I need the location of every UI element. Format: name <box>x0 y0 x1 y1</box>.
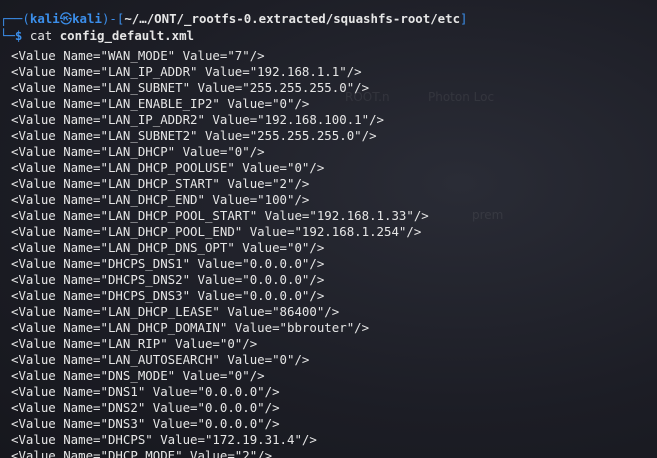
output-line: <Value Name="DHCPS" Value="172.19.31.4"/… <box>11 432 317 447</box>
output-line: <Value Name="LAN_SUBNET" Value="255.255.… <box>11 80 370 95</box>
prompt-corner-top: ┌── <box>0 11 23 26</box>
prompt-at-symbol: ㉿ <box>59 11 73 26</box>
output-line: <Value Name="LAN_DHCP_POOL_END" Value="1… <box>11 224 422 239</box>
output-line: <Value Name="DNS2" Value="0.0.0.0"/> <box>11 400 280 415</box>
output-line: <Value Name="LAN_DHCP_POOLUSE" Value="0"… <box>11 160 325 175</box>
command-argument: config_default.xml <box>59 28 194 43</box>
desktop-icon-label: Photon Loc <box>428 90 495 104</box>
output-line: <Value Name="LAN_SUBNET2" Value="255.255… <box>11 128 377 143</box>
output-line: <Value Name="DNS3" Value="0.0.0.0"/> <box>11 416 280 431</box>
output-line: <Value Name="LAN_ENABLE_IP2" Value="0"/> <box>11 96 310 111</box>
output-line: <Value Name="LAN_DHCP" Value="0"/> <box>11 144 265 159</box>
output-line: <Value Name="LAN_DHCP_LEASE" Value="8640… <box>11 304 340 319</box>
prompt-header: ┌──(kali㉿kali)-[~/…/ONT/_rootfs-0.extrac… <box>0 11 468 27</box>
output-line: <Value Name="DNS_MODE" Value="0"/> <box>11 368 265 383</box>
prompt-user: kali <box>29 11 60 26</box>
prompt-dash: - <box>109 11 117 26</box>
output-line: <Value Name="DHCPS_DNS3" Value="0.0.0.0"… <box>11 288 325 303</box>
output-line: <Value Name="LAN_DHCP_POOL_START" Value=… <box>11 208 429 223</box>
prompt-corner-bottom: └─ <box>0 28 15 43</box>
output-line: <Value Name="DHCP_MODE" Value="2"/> <box>11 448 273 458</box>
prompt-path: ~/…/ONT/_rootfs-0.extracted/squashfs-roo… <box>124 11 461 26</box>
output-line: <Value Name="LAN_AUTOSEARCH" Value="0"/> <box>11 352 310 367</box>
output-line: <Value Name="WAN_MODE" Value="7"/> <box>11 48 265 63</box>
output-line: <Value Name="DHCPS_DNS2" Value="0.0.0.0"… <box>11 272 325 287</box>
output-line: <Value Name="LAN_RIP" Value="0"/> <box>11 336 258 351</box>
output-line: <Value Name="LAN_IP_ADDR2" Value="192.16… <box>11 112 384 127</box>
output-line: <Value Name="LAN_DHCP_START" Value="2"/> <box>11 176 310 191</box>
terminal-window[interactable]: Photon Loc prem ROOT.n ┌──(kali㉿kali)-[~… <box>0 0 657 458</box>
command-output: <Value Name="WAN_MODE" Value="7"/> <Valu… <box>11 48 429 458</box>
prompt-close-bracket: ] <box>460 11 468 26</box>
output-line: <Value Name="LAN_DHCP_END" Value="100"/> <box>11 192 310 207</box>
output-line: <Value Name="LAN_DHCP_DNS_OPT" Value="0"… <box>11 240 325 255</box>
command-name: cat <box>29 28 53 43</box>
prompt-open-paren: ( <box>22 11 30 26</box>
command-line[interactable]: └─$ cat config_default.xml <box>0 28 194 44</box>
output-line: <Value Name="DNS1" Value="0.0.0.0"/> <box>11 384 280 399</box>
prompt-host: kali <box>72 11 102 26</box>
output-line: <Value Name="LAN_DHCP_DOMAIN" Value="bbr… <box>11 320 370 335</box>
desktop-icon-label: prem <box>472 208 504 222</box>
output-line: <Value Name="DHCPS_DNS1" Value="0.0.0.0"… <box>11 256 325 271</box>
output-line: <Value Name="LAN_IP_ADDR" Value="192.168… <box>11 64 362 79</box>
